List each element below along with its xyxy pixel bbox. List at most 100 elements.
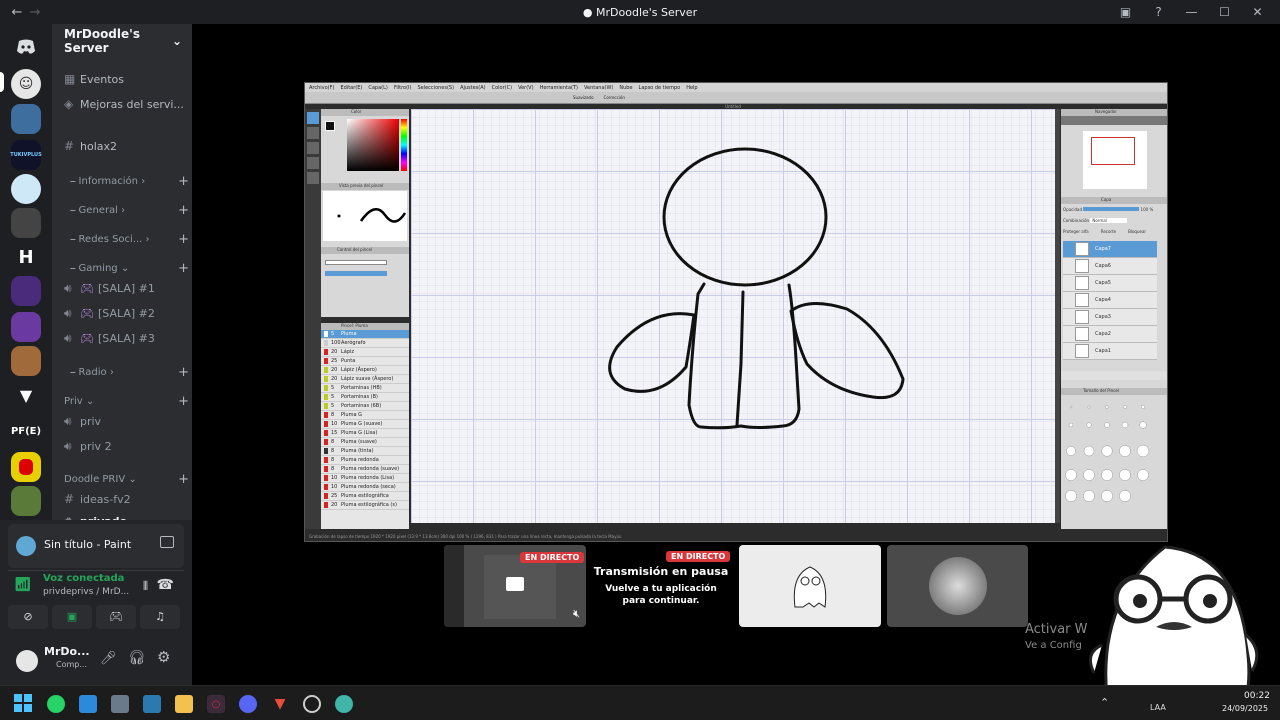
game-app-icon[interactable]: ▼: [271, 695, 289, 713]
brush-list-item[interactable]: 100 Aerógrafo: [321, 339, 409, 348]
language-indicator[interactable]: LAA: [1150, 703, 1166, 712]
add-channel-icon[interactable]: +: [178, 261, 189, 276]
disconnect-icon[interactable]: ☎: [157, 577, 174, 593]
whatsapp-icon[interactable]: [47, 695, 65, 713]
add-channel-icon[interactable]: +: [178, 472, 189, 487]
microphone-icon[interactable]: 🎤︎: [100, 651, 117, 666]
help-icon[interactable]: ?: [1142, 0, 1175, 24]
category-gaming[interactable]: ⎯ Gaming ⌄ +: [64, 261, 189, 276]
stream-tile-paused[interactable]: EN DIRECTO Transmisión en pausa Vuelve a…: [590, 545, 732, 627]
activity-card[interactable]: Sin título - Paint: [8, 524, 184, 568]
username[interactable]: MrDo...: [44, 645, 90, 658]
add-channel-icon[interactable]: +: [178, 394, 189, 409]
layer-item[interactable]: Capa6: [1063, 258, 1157, 275]
participant-tile-2[interactable]: [887, 545, 1028, 627]
soundboard-button[interactable]: ♫: [140, 605, 180, 629]
layer-item[interactable]: Capa3: [1063, 309, 1157, 326]
file-explorer-icon[interactable]: [175, 695, 193, 713]
voice-channel-priv[interactable]: 🔊︎ priv: [64, 414, 189, 429]
paint-app-window[interactable]: Archivo(F) Editar(E) Capa(L) Filtro(I) S…: [304, 82, 1168, 542]
guild-icon-8[interactable]: [11, 312, 41, 342]
layer-item[interactable]: Capa2: [1063, 326, 1157, 343]
brush-list-item[interactable]: 5 Portaminas (6B): [321, 402, 409, 411]
category-informacion[interactable]: ⎯ Información › +: [64, 174, 189, 189]
clipping-checkbox[interactable]: Recorte: [1101, 229, 1116, 234]
menu-item[interactable]: Selecciones(S): [417, 85, 454, 91]
photos-icon[interactable]: [143, 695, 161, 713]
eraser-tool-icon[interactable]: [307, 127, 319, 139]
channel-holax2[interactable]: # holax2: [64, 139, 189, 153]
menu-item[interactable]: Archivo(F): [309, 85, 334, 91]
canvas-scrollbar-vertical[interactable]: [1055, 109, 1060, 523]
voice-channel-sala2[interactable]: 🔊︎ 🎮︎ [SALA] #2: [64, 306, 189, 321]
menu-item[interactable]: Help: [686, 85, 697, 91]
brush-list-item[interactable]: 5 Pluma: [321, 330, 409, 339]
maximize-button[interactable]: ☐: [1208, 0, 1241, 24]
layer-item[interactable]: Capa1: [1063, 343, 1157, 360]
recording-app-icon[interactable]: [303, 695, 321, 713]
calculator-icon[interactable]: [111, 695, 129, 713]
server-header[interactable]: MrDoodle's Server ⌄: [52, 24, 192, 58]
activities-button[interactable]: 🎮︎: [96, 605, 136, 629]
brush-list-item[interactable]: 10 Pluma redonda (Lisa): [321, 474, 409, 483]
brush-list-item[interactable]: 8 Pluma G: [321, 411, 409, 420]
select-tool-icon[interactable]: [307, 157, 319, 169]
color-picker-square[interactable]: [347, 119, 399, 171]
brush-list-item[interactable]: 5 Portaminas (HB): [321, 384, 409, 393]
menu-item[interactable]: Color(C): [492, 85, 512, 91]
primary-color-swatch[interactable]: [325, 121, 335, 131]
brush-list-item[interactable]: 20 Lápiz suave (Áspero): [321, 375, 409, 384]
protect-alpha-checkbox[interactable]: Proteger alfa: [1063, 229, 1089, 234]
notepad-icon[interactable]: [79, 695, 97, 713]
stream-tile-1[interactable]: EN DIRECTO 🔇︎: [444, 545, 586, 627]
brush-list-item[interactable]: 8 Pluma redonda (suave): [321, 465, 409, 474]
guild-h[interactable]: H: [11, 242, 41, 272]
clock-date[interactable]: 24/09/2025: [1222, 704, 1268, 713]
menu-item[interactable]: Editar(E): [340, 85, 362, 91]
brush-size-grid[interactable]: [1061, 397, 1167, 515]
guild-tukivplus[interactable]: TUKIVPLUS: [10, 140, 42, 170]
camera-off-button[interactable]: ⊘: [8, 605, 48, 629]
layer-item[interactable]: Capa7: [1063, 241, 1157, 258]
opacity-slider[interactable]: [1083, 207, 1140, 211]
chevron-up-icon[interactable]: ⌃: [1100, 696, 1109, 709]
move-tool-icon[interactable]: [307, 172, 319, 184]
brush-size-slider[interactable]: [325, 260, 387, 265]
participant-tile-doodle[interactable]: [739, 545, 881, 627]
brush-list-item[interactable]: 20 Pluma estilográfica (s): [321, 501, 409, 510]
menu-item[interactable]: Ver(V): [518, 85, 534, 91]
category-radio[interactable]: ⎯ Radio › +: [64, 365, 189, 380]
brush-list-item[interactable]: 20 Lápiz (Áspero): [321, 366, 409, 375]
brush-list-item[interactable]: 8 Pluma redonda: [321, 456, 409, 465]
brush-tool-icon[interactable]: [307, 142, 319, 154]
pen-tool-icon[interactable]: [307, 112, 319, 124]
menu-item[interactable]: Ventana(W): [584, 85, 613, 91]
brush-list-item[interactable]: 25 Pluma estilográfica: [321, 492, 409, 501]
channel-events[interactable]: ▦ Eventos: [64, 72, 189, 86]
guild-mrdoodle[interactable]: ☺: [11, 69, 41, 99]
menu-item[interactable]: Herramienta(T): [540, 85, 578, 91]
guild-icon-4[interactable]: [11, 174, 41, 204]
category-doodle-priv[interactable]: Doodle PRIV ⌄ +: [64, 472, 189, 487]
brush-list-item[interactable]: 20 Lápiz: [321, 348, 409, 357]
guild-icon-2[interactable]: [11, 104, 41, 134]
guild-icon-12[interactable]: [11, 452, 41, 482]
menu-item[interactable]: Capa(L): [368, 85, 387, 91]
muted-speaker-icon[interactable]: 🔇︎: [573, 607, 580, 621]
voice-location[interactable]: privdeprivs / MrD...: [43, 587, 129, 597]
guild-icon-5[interactable]: [11, 208, 41, 238]
guild-pfe[interactable]: PF(E): [11, 416, 41, 446]
avatar[interactable]: [16, 650, 38, 672]
add-channel-icon[interactable]: +: [178, 174, 189, 189]
settings-gear-icon[interactable]: ⚙: [157, 648, 170, 666]
discord-home-icon[interactable]: [11, 32, 41, 62]
add-channel-icon[interactable]: +: [178, 365, 189, 380]
clock-time[interactable]: 00:22: [1244, 691, 1270, 701]
guild-icon-10[interactable]: ▼: [11, 380, 41, 410]
channel-boosts[interactable]: ◈ Mejoras del servi...: [64, 97, 189, 111]
stream-icon[interactable]: [160, 536, 174, 548]
brush-list-item[interactable]: 10 Pluma G (suave): [321, 420, 409, 429]
brush-list-item[interactable]: 5 Portaminas (B): [321, 393, 409, 402]
layer-item[interactable]: Capa4: [1063, 292, 1157, 309]
category-general[interactable]: ⎯ General › +: [64, 203, 189, 218]
